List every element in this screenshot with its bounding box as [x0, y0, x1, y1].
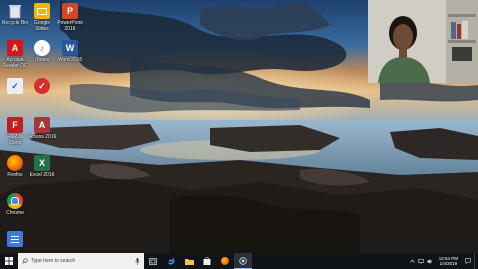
desktop-icon-filezilla[interactable]: F FileZilla Client	[0, 117, 30, 146]
desktop-icon-shortcut[interactable]: ✓	[0, 78, 30, 95]
desktop-icon-label: iTunes	[34, 57, 50, 63]
edge-icon	[167, 257, 175, 265]
microphone-icon[interactable]	[135, 257, 140, 265]
access-icon: A	[34, 117, 50, 133]
desktop-icon-access[interactable]: A Access 2016	[27, 117, 57, 140]
desktop-icon-label: Excel 2016	[29, 172, 55, 178]
windows-logo-icon	[5, 257, 13, 265]
store-icon	[203, 257, 211, 265]
desktop-icon-firefox[interactable]: Firefox	[0, 155, 30, 178]
document-file-icon	[7, 231, 23, 247]
desktop-icon-powerpoint[interactable]: P PowerPoint 2016	[55, 3, 85, 32]
start-button[interactable]	[0, 253, 18, 269]
desktop-icon-red-check[interactable]: ✓	[27, 78, 57, 95]
taskbar: 12:54 PM 1/4/2019	[0, 253, 478, 269]
network-button[interactable]	[417, 253, 426, 269]
task-view-button[interactable]	[144, 253, 162, 269]
desktop-icon-label: Chrome	[6, 210, 24, 216]
show-desktop-button[interactable]	[474, 253, 478, 269]
taskbar-search[interactable]	[18, 253, 144, 269]
taskbar-clock[interactable]: 12:54 PM 1/4/2019	[435, 256, 462, 267]
itunes-icon: ♪	[34, 40, 50, 56]
chrome-icon	[7, 193, 23, 209]
taskbar-app-edge[interactable]	[162, 253, 180, 269]
excel-icon: X	[34, 155, 50, 171]
desktop-icon-label: Google Slides	[33, 20, 51, 32]
show-hidden-icons-button[interactable]	[408, 253, 417, 269]
action-center-button[interactable]	[462, 253, 474, 269]
desktop-icon-label: Acrobat Reader DC	[2, 57, 28, 69]
desktop-icon-recycle-bin[interactable]: Recycle Bin	[0, 3, 30, 26]
search-input[interactable]	[28, 258, 131, 264]
shortcut-document-icon: ✓	[7, 78, 23, 94]
desktop-icon-excel[interactable]: X Excel 2016	[27, 155, 57, 178]
desktop-icon-itunes[interactable]: ♪ iTunes	[27, 40, 57, 63]
clock-date: 1/4/2019	[439, 261, 458, 266]
network-icon	[418, 258, 424, 264]
speaker-icon	[427, 258, 433, 264]
desktop-icon-label: Word 2016	[57, 57, 83, 63]
file-explorer-icon	[184, 258, 194, 265]
desktop-icon-google-slides[interactable]: Google Slides	[27, 3, 57, 32]
webcam-feed-image	[368, 0, 478, 83]
taskbar-app-screen-recorder[interactable]	[234, 253, 252, 269]
desktop-icon-document[interactable]	[0, 231, 30, 248]
desktop-icon-chrome[interactable]: Chrome	[0, 193, 30, 216]
webcam-overlay	[368, 0, 478, 83]
google-slides-icon	[34, 3, 50, 19]
word-icon: W	[62, 40, 78, 56]
desktop-icon-word[interactable]: W Word 2016	[55, 40, 85, 63]
taskbar-app-store[interactable]	[198, 253, 216, 269]
desktop-icon-label: Firefox	[7, 172, 23, 178]
firefox-icon	[221, 257, 229, 265]
desktop-icon-label: FileZilla Client	[6, 134, 24, 146]
taskbar-app-firefox[interactable]	[216, 253, 234, 269]
task-view-icon	[149, 257, 157, 265]
desktop-icon-acrobat-reader[interactable]: A Acrobat Reader DC	[0, 40, 30, 69]
chevron-up-icon	[410, 259, 415, 263]
desktop-icon-label: Recycle Bin	[1, 20, 29, 26]
system-tray: 12:54 PM 1/4/2019	[408, 253, 478, 269]
firefox-icon	[7, 155, 23, 171]
acrobat-reader-icon: A	[7, 40, 23, 56]
taskbar-app-file-explorer[interactable]	[180, 253, 198, 269]
desktop-icon-label: PowerPoint 2016	[57, 20, 83, 32]
notification-icon	[465, 258, 471, 264]
red-check-app-icon: ✓	[34, 78, 50, 94]
volume-button[interactable]	[426, 253, 435, 269]
screen-recorder-icon	[239, 257, 247, 265]
powerpoint-icon: P	[62, 3, 78, 19]
filezilla-icon: F	[7, 117, 23, 133]
recycle-bin-icon	[7, 3, 23, 19]
desktop-icon-label: Access 2016	[27, 134, 57, 140]
